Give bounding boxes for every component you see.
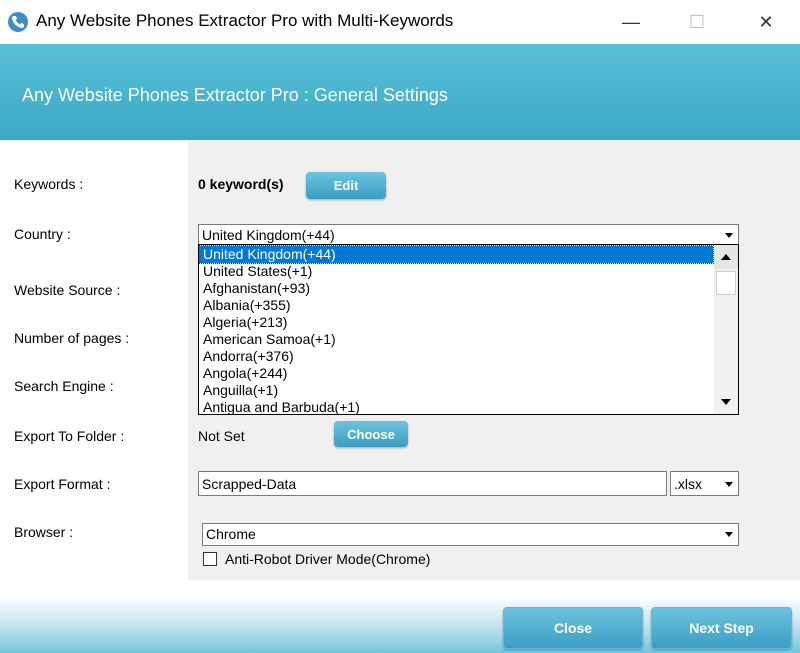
page-title: Any Website Phones Extractor Pro : Gener… <box>22 85 448 105</box>
scroll-down-button[interactable] <box>714 390 738 414</box>
chevron-down-icon <box>725 532 733 537</box>
browser-select[interactable]: Chrome <box>202 523 739 546</box>
scroll-up-button[interactable] <box>714 245 738 269</box>
country-option[interactable]: United Kingdom(+44) <box>199 245 714 264</box>
phone-icon <box>8 12 28 32</box>
country-option[interactable]: Angola(+244) <box>199 365 713 382</box>
close-button[interactable]: Close <box>503 607 643 649</box>
keyword-count: 0 keyword(s) <box>198 176 284 192</box>
export-format-value: .xlsx <box>674 476 702 492</box>
window-title: Any Website Phones Extractor Pro with Mu… <box>36 11 454 30</box>
website-source-label: Website Source : <box>14 282 121 298</box>
edit-keywords-button[interactable]: Edit <box>306 172 386 199</box>
country-selected-value: United Kingdom(+44) <box>202 227 335 243</box>
arrow-down-icon <box>721 399 731 405</box>
chevron-down-icon <box>725 233 733 238</box>
export-folder-value: Not Set <box>198 428 245 444</box>
header-banner: Any Website Phones Extractor Pro : Gener… <box>0 44 800 140</box>
country-option[interactable]: Algeria(+213) <box>199 314 713 331</box>
chevron-down-icon <box>725 482 733 487</box>
search-engine-label: Search Engine : <box>14 378 114 394</box>
country-option[interactable]: Albania(+355) <box>199 297 713 314</box>
country-option[interactable]: American Samoa(+1) <box>199 331 713 348</box>
maximize-button[interactable]: ☐ <box>674 0 720 44</box>
country-option[interactable]: Andorra(+376) <box>199 348 713 365</box>
export-format-select[interactable]: .xlsx <box>670 471 739 496</box>
next-step-button[interactable]: Next Step <box>651 607 792 649</box>
choose-folder-button[interactable]: Choose <box>334 421 408 447</box>
anti-robot-label: Anti-Robot Driver Mode(Chrome) <box>225 551 431 567</box>
export-folder-label: Export To Folder : <box>14 428 125 444</box>
country-label: Country : <box>14 226 71 242</box>
minimize-button[interactable]: — <box>608 0 654 44</box>
country-option[interactable]: Anguilla(+1) <box>199 382 713 399</box>
anti-robot-checkbox[interactable] <box>203 552 217 566</box>
keywords-label: Keywords : <box>14 176 84 192</box>
number-of-pages-label: Number of pages : <box>14 330 130 346</box>
export-filename-value: Scrapped-Data <box>202 476 297 492</box>
country-dropdown-list[interactable]: United Kingdom(+44) United States(+1) Af… <box>198 244 739 415</box>
browser-label: Browser : <box>14 524 74 540</box>
browser-selected-value: Chrome <box>206 526 256 542</box>
country-select[interactable]: United Kingdom(+44) <box>198 224 739 246</box>
export-format-label: Export Format : <box>14 476 111 492</box>
scroll-thumb[interactable] <box>716 271 736 295</box>
dropdown-scrollbar[interactable] <box>714 245 738 414</box>
title-bar: Any Website Phones Extractor Pro with Mu… <box>0 0 800 44</box>
arrow-up-icon <box>721 254 731 260</box>
export-filename-input[interactable]: Scrapped-Data <box>198 471 667 496</box>
close-window-button[interactable]: ✕ <box>743 0 789 44</box>
country-option[interactable]: Afghanistan(+93) <box>199 280 713 297</box>
country-option[interactable]: United States(+1) <box>199 263 713 280</box>
country-option[interactable]: Antigua and Barbuda(+1) <box>199 399 713 414</box>
